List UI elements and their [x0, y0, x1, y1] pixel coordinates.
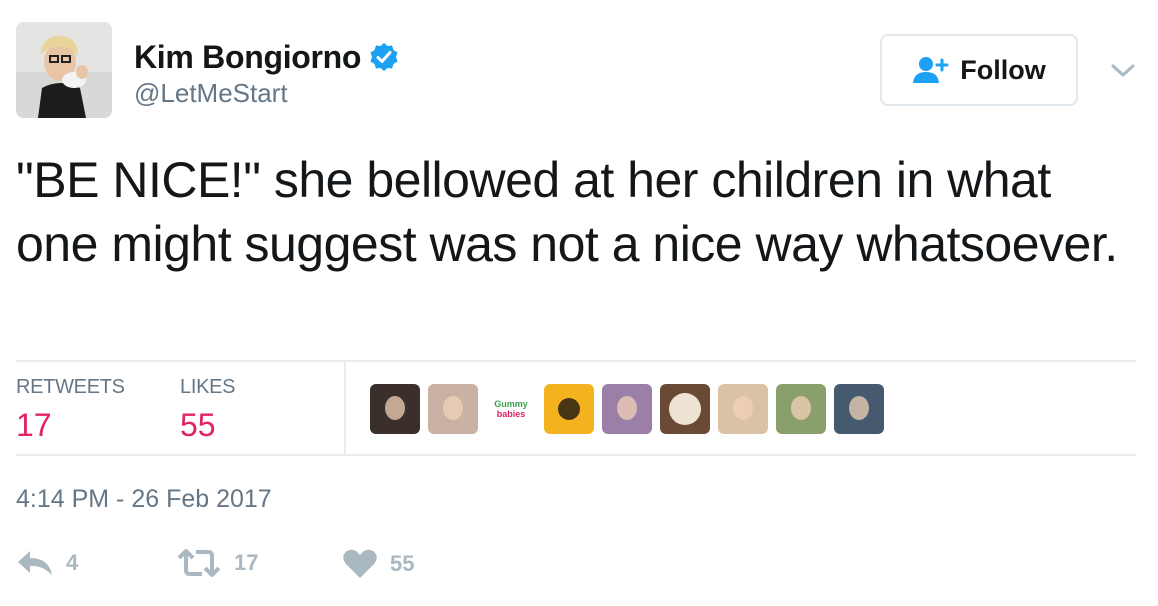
follow-label: Follow — [960, 54, 1046, 85]
liker-7[interactable] — [718, 384, 768, 434]
screen-name[interactable]: @LetMeStart — [134, 78, 399, 109]
like-button[interactable]: 55 — [342, 548, 414, 580]
liker-1[interactable] — [370, 384, 420, 434]
reply-count: 4 — [66, 550, 79, 575]
retweets-count: 17 — [16, 407, 52, 443]
display-name[interactable]: Kim Bongiorno — [134, 39, 361, 76]
stats-divider — [344, 362, 346, 454]
user-info: Kim Bongiorno @LetMeStart — [134, 38, 399, 109]
liker-face — [733, 396, 753, 420]
retweet-icon — [177, 549, 221, 577]
reply-button[interactable]: 4 — [16, 548, 78, 578]
retweet-button[interactable]: 17 — [176, 548, 258, 578]
timestamp[interactable]: 4:14 PM - 26 Feb 2017 — [16, 485, 272, 514]
liker-face — [443, 396, 463, 420]
liker-5[interactable] — [602, 384, 652, 434]
liker-2[interactable] — [428, 384, 478, 434]
avatar[interactable] — [16, 22, 112, 118]
display-name-row: Kim Bongiorno — [134, 38, 399, 76]
verified-badge-icon — [370, 43, 398, 71]
liker-logo-text: Gummy — [494, 399, 528, 409]
liker-8[interactable] — [776, 384, 826, 434]
tweet-text: "BE NICE!" she bellowed at her children … — [16, 152, 1118, 272]
liker-face — [617, 396, 637, 420]
retweets-label: RETWEETS — [16, 376, 125, 398]
like-count: 55 — [390, 551, 415, 576]
chevron-down-icon[interactable] — [1110, 62, 1136, 80]
liker-face — [849, 396, 869, 420]
tweet-header: Kim Bongiorno @LetMeStart Follow — [16, 22, 1142, 118]
liker-4[interactable] — [544, 384, 594, 434]
liker-gummy-babies[interactable]: Gummy babies — [486, 384, 536, 434]
retweets-stat[interactable]: RETWEETS 17 — [16, 376, 125, 444]
likes-stat[interactable]: LIKES 55 — [180, 376, 236, 444]
liker-face — [791, 396, 811, 420]
liker-face — [385, 396, 405, 420]
retweet-count: 17 — [234, 550, 259, 575]
reply-icon — [18, 551, 52, 575]
liker-face — [669, 393, 701, 425]
tweet-stats: RETWEETS 17 LIKES 55 Gummy babies — [16, 360, 1136, 456]
liker-9[interactable] — [834, 384, 884, 434]
likes-count: 55 — [180, 407, 216, 443]
liker-logo-text: babies — [496, 409, 526, 419]
add-user-icon — [913, 57, 949, 83]
heart-icon — [343, 549, 377, 578]
liker-6[interactable] — [660, 384, 710, 434]
liker-face — [558, 398, 580, 420]
follow-button[interactable]: Follow — [880, 34, 1078, 106]
likes-label: LIKES — [180, 376, 236, 398]
likers-avatars: Gummy babies — [370, 384, 892, 434]
